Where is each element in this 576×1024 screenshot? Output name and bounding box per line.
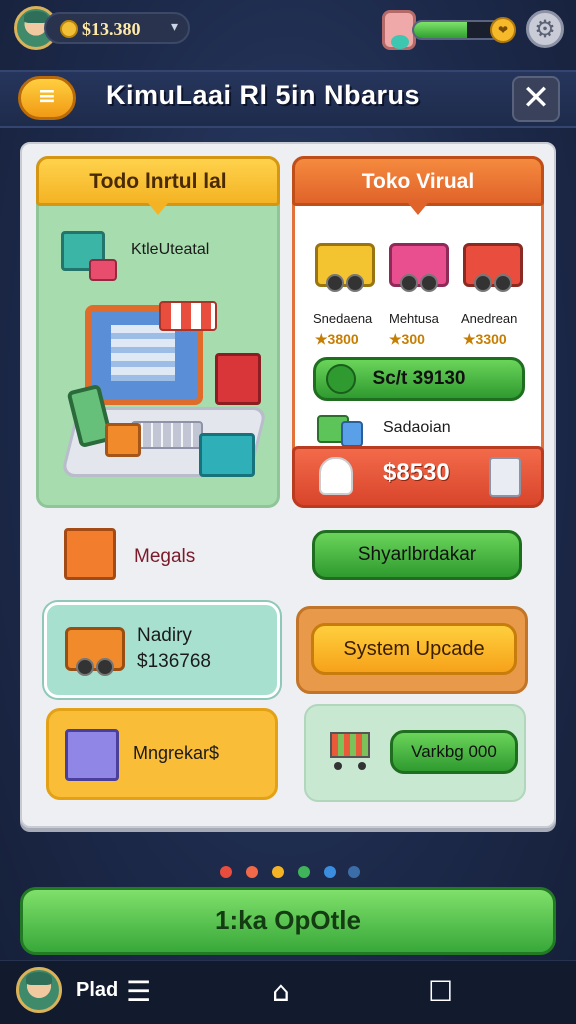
- product-name-1: Snedaena: [313, 311, 373, 326]
- bottom-navbar: Plad ☰ ⌂ ☐: [0, 960, 576, 1024]
- chevron-down-icon[interactable]: ▾: [171, 19, 178, 35]
- megals-label: Megals: [134, 546, 196, 567]
- gear-icon[interactable]: ⚙: [526, 10, 564, 48]
- orange-box-shape: [105, 423, 141, 457]
- product-price-3: ★3300: [463, 331, 507, 347]
- shopping-cart-icon: [324, 726, 378, 770]
- energy-bar: [412, 20, 502, 40]
- storage-card[interactable]: Mngrekar$: [46, 708, 278, 800]
- buy-button-label: Sc/t 39130: [372, 368, 466, 389]
- shop-icon-red[interactable]: [463, 243, 523, 292]
- price-bar[interactable]: $8530: [292, 446, 544, 508]
- crate-icon: [64, 528, 116, 580]
- teal-box-shape: [199, 433, 255, 477]
- update-button[interactable]: 1:ka OpOtle: [20, 887, 556, 955]
- chat-icon: [326, 364, 356, 394]
- close-button[interactable]: ✕: [512, 76, 560, 122]
- system-update-card: System Upcade: [296, 606, 528, 694]
- truck-icon-yellow[interactable]: [315, 243, 375, 292]
- card-icon: [341, 421, 363, 447]
- cart-button[interactable]: Varkbg 000: [390, 730, 518, 774]
- ghost-icon: [319, 457, 353, 495]
- system-update-button[interactable]: System Upcade: [311, 623, 517, 675]
- page-dot-2[interactable]: [246, 866, 258, 878]
- buy-button[interactable]: Sc/t 39130: [313, 357, 525, 401]
- storage-label: Mngrekar$: [133, 743, 220, 763]
- page-dot-6[interactable]: [348, 866, 360, 878]
- left-card[interactable]: Todo lnrtul lal KtleUteatal: [36, 156, 280, 508]
- close-icon: ✕: [521, 78, 551, 118]
- keyboard-shape: [131, 421, 203, 449]
- energy-meter: ❤: [382, 6, 522, 50]
- coin-balance[interactable]: $13.380 ▾: [44, 12, 190, 44]
- price-value: $8530: [383, 459, 450, 486]
- square-icon[interactable]: ☐: [428, 975, 453, 1008]
- right-action-button-1[interactable]: Shyarlbrdakar: [312, 530, 522, 580]
- delivery-value: $136768: [137, 651, 211, 672]
- left-card-item-label: KtleUteatal: [131, 241, 210, 258]
- page-dot-1[interactable]: [220, 866, 232, 878]
- page-dot-3[interactable]: [272, 866, 284, 878]
- delivery-card[interactable]: Nadiry $136768: [44, 602, 280, 698]
- delivery-truck-icon: [65, 627, 125, 676]
- heart-icon[interactable]: ❤: [490, 17, 516, 43]
- product-price-2: ★300: [389, 331, 425, 347]
- product-price-1: ★3800: [315, 331, 359, 347]
- receipt-icon[interactable]: [489, 457, 521, 497]
- right-card: Toko Virual Snedaena Mehtusa Anedrean ★3…: [292, 156, 544, 508]
- product-name-3: Anedrean: [461, 311, 518, 326]
- potion-icon: [382, 10, 416, 50]
- computer-store-illustration: [60, 297, 268, 487]
- gift-box-icon: [89, 259, 117, 281]
- sub-label: Sadaoian: [383, 419, 451, 436]
- menu-icon[interactable]: ☰: [126, 975, 151, 1008]
- product-name-2: Mehtusa: [389, 311, 439, 326]
- red-box-shape: [215, 353, 261, 405]
- cart-card: Varkbg 000: [304, 704, 526, 802]
- main-panel: Todo lnrtul lal KtleUteatal Toko Virual …: [20, 142, 556, 828]
- nav-label[interactable]: Plad: [76, 979, 118, 1002]
- home-icon[interactable]: ⌂: [272, 975, 290, 1008]
- top-bar: $13.380 ▾ ❤ ⚙: [0, 0, 576, 56]
- storage-box-icon: [65, 729, 119, 781]
- title-bar: ≡ KimuLaai Rl 5in Nbarus ✕: [0, 70, 576, 128]
- awning-shape: [159, 301, 217, 331]
- nav-avatar[interactable]: [16, 967, 62, 1013]
- page-dot-5[interactable]: [324, 866, 336, 878]
- page-dot-4[interactable]: [298, 866, 310, 878]
- right-card-title: Toko Virual: [292, 156, 544, 215]
- back-button[interactable]: ≡: [18, 76, 76, 120]
- delivery-title: Nadiry: [137, 625, 192, 646]
- coin-amount: $13.380: [82, 19, 141, 39]
- energy-fill: [414, 22, 468, 38]
- page-indicator: [220, 866, 360, 880]
- left-card-title: Todo lnrtul lal: [36, 156, 280, 215]
- coin-icon: [60, 20, 78, 38]
- back-arrow-icon: ≡: [37, 84, 57, 109]
- page-title: KimuLaai Rl 5in Nbarus: [106, 80, 421, 110]
- truck-icon-pink[interactable]: [389, 243, 449, 292]
